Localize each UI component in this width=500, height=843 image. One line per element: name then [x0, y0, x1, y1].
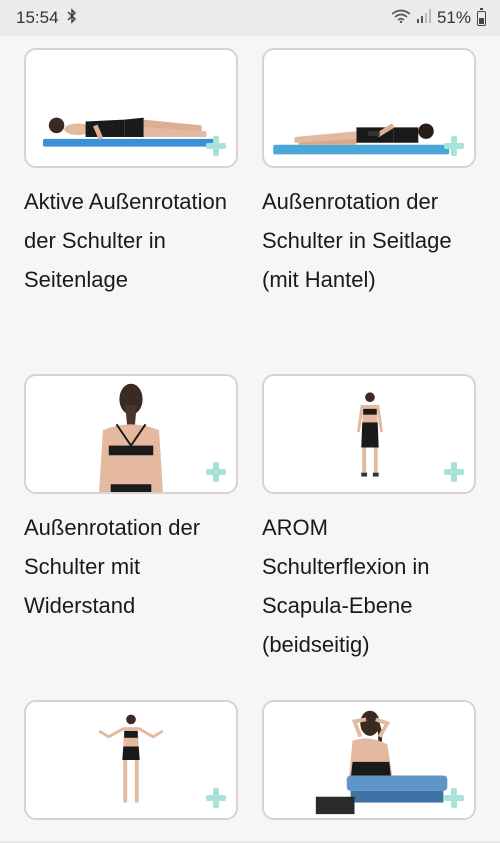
exercise-grid: Aktive Außenrotation der Schulter in Sei…	[24, 48, 476, 830]
status-time: 15:54	[16, 8, 59, 27]
add-icon[interactable]	[444, 136, 464, 156]
add-icon[interactable]	[206, 136, 226, 156]
woman-back-view	[99, 383, 163, 492]
woman-with-step-platform	[315, 710, 448, 815]
battery-percent: 51%	[436, 8, 471, 27]
exercise-title[interactable]: AROM Schulterflexion in Scapula-Ebene (b…	[262, 508, 476, 664]
exercise-title[interactable]: Außenrotation der Schulter in Seitlage (…	[262, 182, 476, 299]
exercise-thumbnail[interactable]	[24, 48, 238, 168]
exercise-thumbnail[interactable]	[262, 700, 476, 820]
exercise-card[interactable]: Außenrotation der Schulter mit Widerstan…	[24, 374, 238, 700]
exercise-thumbnail[interactable]	[262, 48, 476, 168]
woman-arms-raised-sideways	[98, 714, 164, 803]
exercise-card[interactable]: Aktive Außenrotation der Schulter in Sei…	[24, 48, 238, 374]
battery-icon	[477, 7, 486, 26]
exercise-thumbnail[interactable]	[262, 374, 476, 494]
add-icon[interactable]	[206, 462, 226, 482]
signal-icon	[416, 8, 431, 28]
exercise-card[interactable]: AROM Schulterflexion in Scapula-Ebene (b…	[262, 374, 476, 700]
add-icon[interactable]	[444, 462, 464, 482]
exercise-card[interactable]	[24, 700, 238, 830]
add-icon[interactable]	[444, 788, 464, 808]
side-lying-woman-with-dumbbell	[273, 123, 450, 155]
add-icon[interactable]	[206, 788, 226, 808]
exercise-title[interactable]: Außenrotation der Schulter mit Widerstan…	[24, 508, 238, 625]
status-bar: 15:54 51%	[0, 0, 500, 36]
woman-standing-back-view	[356, 392, 384, 477]
exercise-title[interactable]: Aktive Außenrotation der Schulter in Sei…	[24, 182, 238, 299]
exercise-thumbnail[interactable]	[24, 374, 238, 494]
side-lying-woman-on-mat	[43, 117, 218, 147]
exercise-thumbnail[interactable]	[24, 700, 238, 820]
bluetooth-icon	[67, 7, 77, 29]
exercise-card[interactable]	[262, 700, 476, 830]
wifi-icon	[391, 8, 411, 28]
exercise-card[interactable]: Außenrotation der Schulter in Seitlage (…	[262, 48, 476, 374]
